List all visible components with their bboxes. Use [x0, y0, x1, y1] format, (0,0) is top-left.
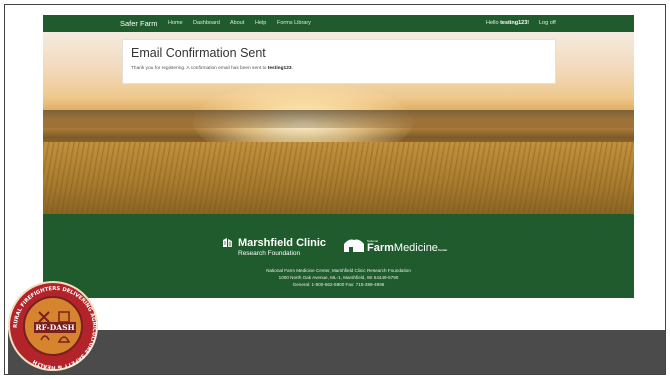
- address-line-1: National Farm Medicine Center, Marshfiel…: [266, 268, 411, 273]
- nav-dashboard[interactable]: Dashboard: [193, 20, 220, 26]
- top-navbar: Safer Farm Home Dashboard About Help For…: [43, 15, 634, 32]
- message-text: Thank you for registering. A confirmatio…: [131, 66, 268, 71]
- hero-treeline: [43, 110, 634, 128]
- mc-name: Marshfield Clinic: [238, 237, 327, 249]
- marshfield-clinic-icon: [223, 238, 232, 247]
- address-line-2: 1000 North Oak Avenue, ML-1, Marshfield,…: [278, 275, 399, 280]
- brand-link[interactable]: Safer Farm: [120, 19, 158, 28]
- barn-icon: [344, 239, 364, 252]
- mc-subtitle: Research Foundation: [238, 250, 301, 257]
- nav-forms-library[interactable]: Forms Library: [277, 20, 311, 26]
- address-line-3: General: 1-800-662-6900 Fax: 715-389-499…: [292, 282, 385, 287]
- nfmc-medicine: Medicine: [393, 242, 438, 254]
- nfmc-wordmark: FarmMedicineCenter: [367, 242, 447, 254]
- slide-bottom-bar: [8, 330, 665, 374]
- nfmc-center: Center: [437, 248, 448, 252]
- greeting-username: testing123!: [500, 20, 530, 26]
- badge-center: RF-DASH: [23, 296, 83, 356]
- page-title: Email Confirmation Sent: [131, 46, 266, 60]
- hero-wheat-field: [43, 142, 634, 214]
- web-page: Safer Farm Home Dashboard About Help For…: [43, 15, 634, 298]
- logoff-link[interactable]: Log off: [539, 20, 556, 26]
- screenshot-frame: Safer Farm Home Dashboard About Help For…: [0, 0, 670, 379]
- greeting-prefix: Hello: [486, 20, 501, 26]
- badge-label: RF-DASH: [34, 322, 76, 333]
- confirmation-card: Email Confirmation Sent Thank you for re…: [122, 39, 556, 84]
- confirmation-message: Thank you for registering. A confirmatio…: [131, 66, 293, 71]
- nav-about[interactable]: About: [230, 20, 244, 26]
- site-footer: Marshfield Clinic Research Foundation Na…: [43, 214, 634, 298]
- nfmc-farm: Farm: [367, 242, 394, 254]
- message-end: .: [291, 66, 293, 71]
- message-username: testing123: [267, 66, 292, 71]
- rf-dash-badge: RURAL FIREFIGHTERS DELIVERING AGRICULTUR…: [8, 281, 98, 371]
- nav-help[interactable]: Help: [255, 20, 266, 26]
- nav-home[interactable]: Home: [168, 20, 183, 26]
- user-greeting[interactable]: Hello testing123!: [486, 20, 529, 26]
